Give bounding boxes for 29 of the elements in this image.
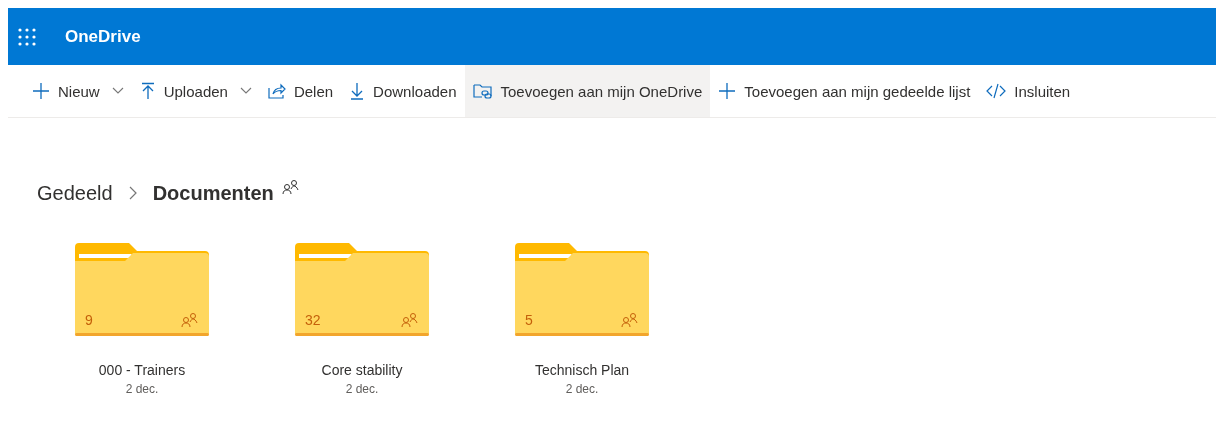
people-icon (281, 179, 300, 195)
modified-date: 2 dec. (345, 382, 379, 396)
item-count: 32 (305, 312, 321, 328)
item-count: 9 (85, 312, 93, 328)
code-icon (986, 83, 1007, 99)
download-icon (349, 82, 366, 100)
breadcrumb-item[interactable]: Documenten (152, 181, 274, 205)
toolbar-button[interactable]: Toevoegen aan mijn gedeelde lijst (710, 65, 979, 117)
share-icon (267, 83, 286, 99)
folder-link-icon (472, 82, 493, 100)
folder-name[interactable]: 000 - Trainers (98, 362, 186, 378)
toolbar-button[interactable]: Downloaden (341, 65, 465, 117)
toolbar-button[interactable]: Delen (259, 65, 342, 117)
folder-name[interactable]: Core stability (321, 362, 403, 378)
plus-icon (32, 82, 50, 100)
toolbar-button[interactable]: Uploaden (131, 65, 260, 117)
toolbar-button[interactable]: Nieuw (24, 65, 132, 117)
folder-name[interactable]: Technisch Plan (534, 362, 630, 378)
chevron-right-icon (128, 186, 137, 200)
modified-date: 2 dec. (565, 382, 599, 396)
plus-icon (718, 82, 737, 100)
item-count: 5 (525, 312, 533, 328)
app-launcher-icon[interactable] (18, 27, 36, 46)
modified-date: 2 dec. (125, 382, 159, 396)
app-title[interactable]: OneDrive (65, 26, 141, 47)
upload-icon (139, 82, 156, 100)
breadcrumb-item[interactable]: Gedeeld (37, 181, 113, 205)
toolbar-button[interactable]: Toevoegen aan mijn OneDrive (464, 65, 711, 117)
toolbar-button[interactable]: Insluiten (978, 65, 1079, 117)
